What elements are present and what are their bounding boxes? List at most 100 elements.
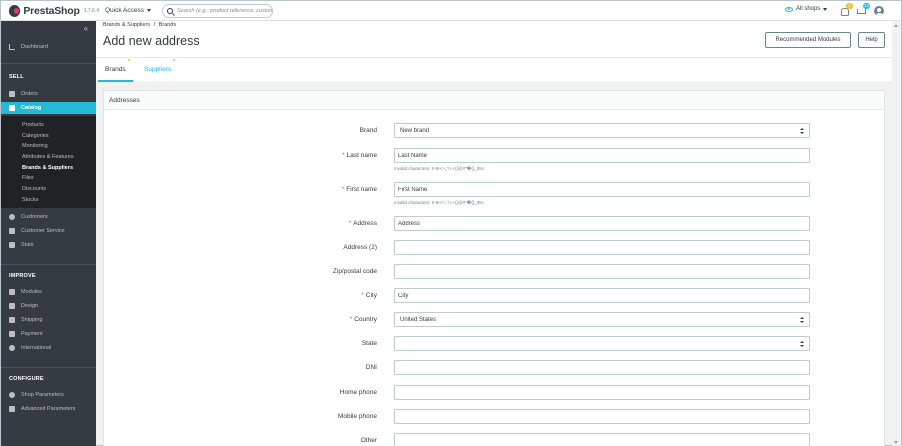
state-select[interactable]: [394, 336, 810, 351]
scroll-up-icon[interactable]: [894, 24, 898, 27]
sidebar-item-label: Modules: [21, 289, 42, 295]
user-avatar-icon[interactable]: [874, 6, 884, 16]
mobile-phone-label: Mobile phone: [337, 413, 377, 420]
brand-select[interactable]: New brand: [394, 123, 810, 138]
globe-icon: [9, 345, 15, 351]
breadcrumb-separator: /: [153, 22, 156, 28]
last-name-label: * Last name: [342, 152, 377, 159]
trending-up-icon: [9, 44, 15, 50]
addresses-panel: Addresses Brand New brand *Last name Inv…: [103, 90, 885, 446]
sidebar-subitem-categories[interactable]: Categories: [22, 133, 49, 139]
orders-badge: 12: [862, 3, 870, 9]
sidebar-item-label: Catalog: [21, 105, 42, 111]
tab-bar: Brands Suppliers: [96, 57, 901, 82]
sidebar-divider: [1, 264, 96, 265]
page-title: Add new address: [103, 34, 200, 48]
sidebar-subitem-brands-suppliers[interactable]: Brands & Suppliers: [22, 165, 73, 171]
scroll-down-icon[interactable]: [894, 441, 898, 444]
sidebar-item-dashboard[interactable]: Dashboard: [1, 41, 96, 53]
quick-access-label: Quick Access: [105, 7, 145, 14]
collapse-sidebar-icon[interactable]: ‹‹: [84, 24, 88, 33]
catalog-submenu: [1, 116, 96, 208]
page-header: Brands & Suppliers / Brands Add new addr…: [96, 21, 901, 82]
sidebar-divider: [1, 367, 96, 368]
quick-access-dropdown[interactable]: Quick Access: [105, 7, 152, 14]
tab-label: Suppliers: [144, 66, 172, 73]
address-input[interactable]: [394, 216, 810, 231]
last-name-input[interactable]: [394, 148, 810, 163]
country-label: * Country: [349, 316, 377, 323]
sidebar-item-label: Orders: [21, 91, 38, 97]
inbox-icon: [9, 91, 15, 97]
chat-icon: [9, 228, 15, 234]
brand-name: PrestaShop: [23, 4, 80, 17]
shop-selector[interactable]: All shops: [785, 6, 828, 12]
prestashop-logo-icon: [9, 4, 21, 17]
address-label: * Address: [348, 220, 377, 227]
sidebar-section-configure: CONFIGURE: [9, 376, 44, 382]
recommended-modules-button[interactable]: Recommended Modules: [765, 32, 851, 48]
zip-input[interactable]: [394, 264, 810, 279]
sidebar-item-stats[interactable]: Stats: [1, 239, 96, 251]
sidebar-subitem-files[interactable]: Files: [22, 175, 34, 181]
sidebar-item-shipping[interactable]: Shipping: [1, 314, 96, 326]
sidebar-subitem-stocks[interactable]: Stocks: [22, 197, 39, 203]
sidebar-subitem-attributes[interactable]: Attributes & Features: [22, 154, 74, 160]
sidebar-item-international[interactable]: International: [1, 342, 96, 354]
sidebar-item-payment[interactable]: Payment: [1, 328, 96, 340]
sidebar-subitem-monitoring[interactable]: Monitoring: [22, 143, 48, 149]
state-label: State: [361, 340, 377, 347]
gear-icon: [9, 392, 15, 398]
puzzle-icon: [9, 289, 15, 295]
chevron-down-icon: [823, 7, 828, 11]
search-input[interactable]: [177, 8, 272, 14]
tab-suppliers[interactable]: Suppliers: [137, 58, 178, 81]
sidebar-item-label: Stats: [21, 242, 34, 248]
tab-brands[interactable]: Brands: [98, 58, 133, 82]
settings-applications-icon: [9, 406, 15, 412]
sidebar-item-design[interactable]: Design: [1, 300, 96, 312]
account-circle-icon: [9, 214, 15, 220]
breadcrumb-item-brands-suppliers[interactable]: Brands & Suppliers: [103, 22, 150, 28]
scrollbar[interactable]: [892, 21, 901, 446]
search-box[interactable]: [162, 4, 273, 18]
sidebar-item-label: Customer Service: [21, 228, 65, 234]
sidebar-item-label: International: [21, 345, 52, 351]
sidebar-item-label: Payment: [21, 331, 43, 337]
brand-label: Brand: [359, 127, 377, 134]
search-icon[interactable]: [167, 8, 173, 14]
top-bar: PrestaShop 1.7.6.4 Quick Access: [1, 1, 901, 21]
home-phone-input[interactable]: [394, 385, 810, 400]
zip-label: Zip/postal code: [332, 268, 377, 275]
city-input[interactable]: [394, 288, 810, 303]
select-arrows-icon: [800, 317, 804, 323]
first-name-input[interactable]: [394, 182, 810, 197]
sidebar-item-shop-parameters[interactable]: Shop Parameters: [1, 389, 96, 401]
address-2-label: Address (2): [343, 244, 377, 251]
sidebar-item-customers[interactable]: Customers: [1, 211, 96, 223]
help-button[interactable]: Help: [858, 32, 885, 48]
breadcrumb-item-brands[interactable]: Brands: [159, 22, 176, 28]
cart-icon[interactable]: 12: [856, 3, 870, 16]
bell-icon[interactable]: 2: [839, 3, 853, 16]
first-name-hint: Invalid characters: 0-9!<>,;?=+()@#"�{}_…: [394, 200, 485, 205]
breadcrumb: Brands & Suppliers / Brands: [103, 22, 176, 28]
sidebar-item-orders[interactable]: Orders: [1, 88, 96, 100]
sidebar-subitem-discounts[interactable]: Discounts: [22, 186, 46, 192]
sidebar-item-modules[interactable]: Modules: [1, 286, 96, 298]
sidebar-subitem-products[interactable]: Products: [22, 122, 44, 128]
country-select[interactable]: United States: [394, 312, 810, 327]
monitor-icon: [9, 303, 15, 309]
mobile-phone-input[interactable]: [394, 409, 810, 424]
other-input[interactable]: [394, 433, 810, 446]
sidebar: ‹‹ Dashboard SELL Orders Catalog Product…: [1, 21, 96, 446]
dni-input[interactable]: [394, 360, 810, 375]
sidebar-item-customer-service[interactable]: Customer Service: [1, 225, 96, 237]
address-2-input[interactable]: [394, 240, 810, 255]
notification-dot: [173, 59, 176, 61]
logo[interactable]: PrestaShop 1.7.6.4: [9, 4, 99, 17]
sidebar-item-catalog[interactable]: Catalog: [1, 102, 96, 114]
other-label: Other: [360, 437, 377, 444]
sidebar-item-advanced-parameters[interactable]: Advanced Parameters: [1, 403, 96, 415]
truck-icon: [9, 317, 15, 323]
